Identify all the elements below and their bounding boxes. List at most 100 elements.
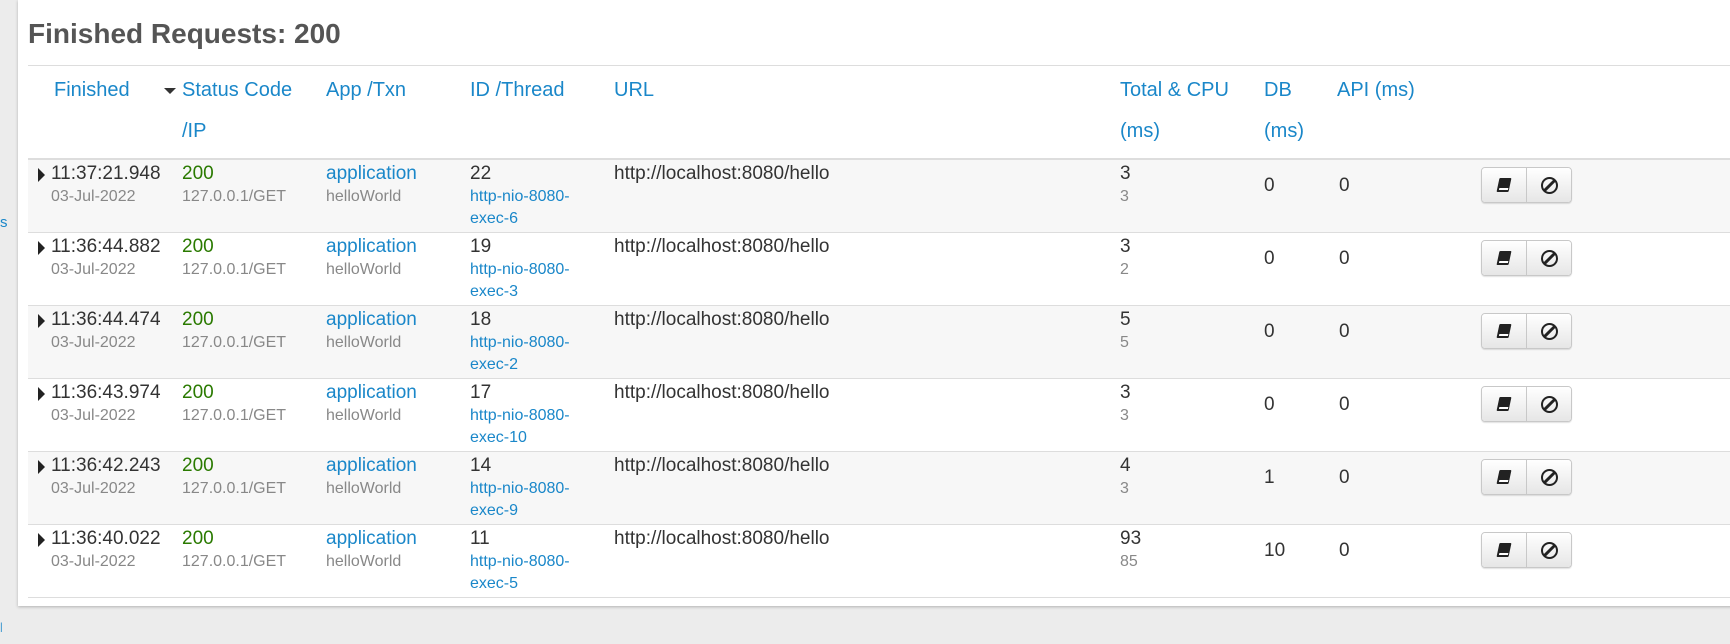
cpu-ms: 3 [1120, 188, 1129, 205]
app-link[interactable]: application [326, 233, 470, 259]
col-api[interactable]: API (ms) [1337, 70, 1481, 160]
thread-name-1[interactable]: http-nio-8080- [470, 332, 614, 354]
col-finished[interactable]: Finished [28, 70, 182, 160]
caret-right-icon[interactable] [38, 168, 45, 182]
row-action-buttons [1481, 459, 1572, 495]
details-button[interactable] [1482, 241, 1526, 275]
request-url: http://localhost:8080/hello [614, 236, 830, 257]
thread-name-1[interactable]: http-nio-8080- [470, 551, 614, 573]
finished-time: 11:37:21.948 [51, 163, 161, 184]
thread-name-1[interactable]: http-nio-8080- [470, 478, 614, 500]
finished-time: 11:36:40.022 [51, 528, 161, 549]
api-cell: 0 [1337, 232, 1481, 306]
actions-cell [1481, 232, 1730, 306]
total-ms: 3 [1120, 236, 1131, 257]
app-link[interactable]: application [326, 379, 470, 405]
finished-date: 03-Jul-2022 [51, 480, 136, 497]
cancel-button[interactable] [1526, 460, 1571, 494]
cancel-button[interactable] [1526, 314, 1571, 348]
cancel-button[interactable] [1526, 387, 1571, 421]
finished-requests-panel: Finished Requests: 200 Finished Status C… [18, 0, 1730, 606]
details-button[interactable] [1482, 314, 1526, 348]
details-button[interactable] [1482, 168, 1526, 202]
api-ms: 0 [1339, 248, 1350, 269]
col-db-sublabel: (ms) [1264, 120, 1304, 142]
caret-right-icon[interactable] [38, 533, 45, 547]
request-id: 17 [470, 382, 492, 403]
db-ms: 0 [1264, 321, 1275, 342]
finished-time: 11:36:42.243 [51, 455, 161, 476]
db-cell: 0 [1264, 232, 1337, 306]
thread-name-1[interactable]: http-nio-8080- [470, 186, 614, 208]
finished-date: 03-Jul-2022 [51, 188, 136, 205]
caret-right-icon[interactable] [38, 460, 45, 474]
id-cell: 17 http-nio-8080- exec-10 [470, 378, 614, 452]
col-app[interactable]: App /Txn [326, 70, 470, 160]
caret-right-icon[interactable] [38, 314, 45, 328]
api-cell: 0 [1337, 378, 1481, 452]
col-id[interactable]: ID /Thread [470, 70, 614, 160]
col-status[interactable]: Status Code /IP [182, 70, 326, 160]
table-row: 11:36:44.882 03-Jul-2022 200 127.0.0.1/G… [28, 232, 1730, 306]
cpu-ms: 5 [1120, 334, 1129, 351]
db-ms: 0 [1264, 248, 1275, 269]
thread-name-2[interactable]: exec-5 [470, 573, 614, 595]
finished-cell: 11:36:44.474 03-Jul-2022 [28, 305, 182, 379]
app-link[interactable]: application [326, 160, 470, 186]
request-url: http://localhost:8080/hello [614, 382, 830, 403]
txn-name: helloWorld [326, 480, 402, 497]
col-db[interactable]: DB (ms) [1264, 70, 1337, 160]
thread-name-1[interactable]: http-nio-8080- [470, 405, 614, 427]
caret-right-icon[interactable] [38, 241, 45, 255]
request-id: 18 [470, 309, 492, 330]
details-button[interactable] [1482, 460, 1526, 494]
finished-cell: 11:36:40.022 03-Jul-2022 [28, 524, 182, 598]
cancel-button[interactable] [1526, 533, 1571, 567]
details-button[interactable] [1482, 533, 1526, 567]
title-divider [28, 65, 1730, 66]
thread-name-2[interactable]: exec-6 [470, 208, 614, 230]
status-cell: 200 127.0.0.1/GET [182, 524, 326, 598]
db-ms: 0 [1264, 394, 1275, 415]
caret-down-icon[interactable] [164, 88, 176, 94]
table-row: 11:36:40.022 03-Jul-2022 200 127.0.0.1/G… [28, 524, 1730, 598]
cancel-icon [1540, 322, 1558, 340]
thread-name-2[interactable]: exec-2 [470, 354, 614, 376]
col-status-sublabel: /IP [182, 120, 207, 142]
status-code: 200 [182, 382, 214, 403]
thread-name-2[interactable]: exec-10 [470, 427, 614, 449]
request-id: 19 [470, 236, 492, 257]
cancel-button[interactable] [1526, 168, 1571, 202]
url-cell: http://localhost:8080/hello [614, 451, 1120, 525]
details-button[interactable] [1482, 387, 1526, 421]
db-cell: 10 [1264, 524, 1337, 598]
app-cell: application helloWorld [326, 524, 470, 598]
api-ms: 0 [1339, 321, 1350, 342]
app-link[interactable]: application [326, 452, 470, 478]
app-link[interactable]: application [326, 306, 470, 332]
txn-name: helloWorld [326, 261, 402, 278]
book-icon [1496, 324, 1512, 338]
total-ms: 3 [1120, 163, 1131, 184]
db-ms: 10 [1264, 540, 1286, 561]
url-cell: http://localhost:8080/hello [614, 524, 1120, 598]
app-link[interactable]: application [326, 525, 470, 551]
page-title: Finished Requests: 200 [28, 18, 341, 49]
col-id-label: ID /Thread [470, 79, 565, 101]
id-cell: 14 http-nio-8080- exec-9 [470, 451, 614, 525]
status-code: 200 [182, 309, 214, 330]
caret-right-icon[interactable] [38, 387, 45, 401]
thread-name-2[interactable]: exec-9 [470, 500, 614, 522]
db-cell: 1 [1264, 451, 1337, 525]
thread-name-1[interactable]: http-nio-8080- [470, 259, 614, 281]
request-url: http://localhost:8080/hello [614, 455, 830, 476]
thread-name-2[interactable]: exec-3 [470, 281, 614, 303]
cpu-ms: 85 [1120, 553, 1138, 570]
finished-time: 11:36:44.882 [51, 236, 161, 257]
api-ms: 0 [1339, 467, 1350, 488]
cancel-button[interactable] [1526, 241, 1571, 275]
col-total[interactable]: Total & CPU (ms) [1120, 70, 1264, 160]
col-url[interactable]: URL [614, 70, 1120, 160]
sidebar-link-fragment[interactable]: s [0, 214, 8, 231]
row-action-buttons [1481, 240, 1572, 276]
